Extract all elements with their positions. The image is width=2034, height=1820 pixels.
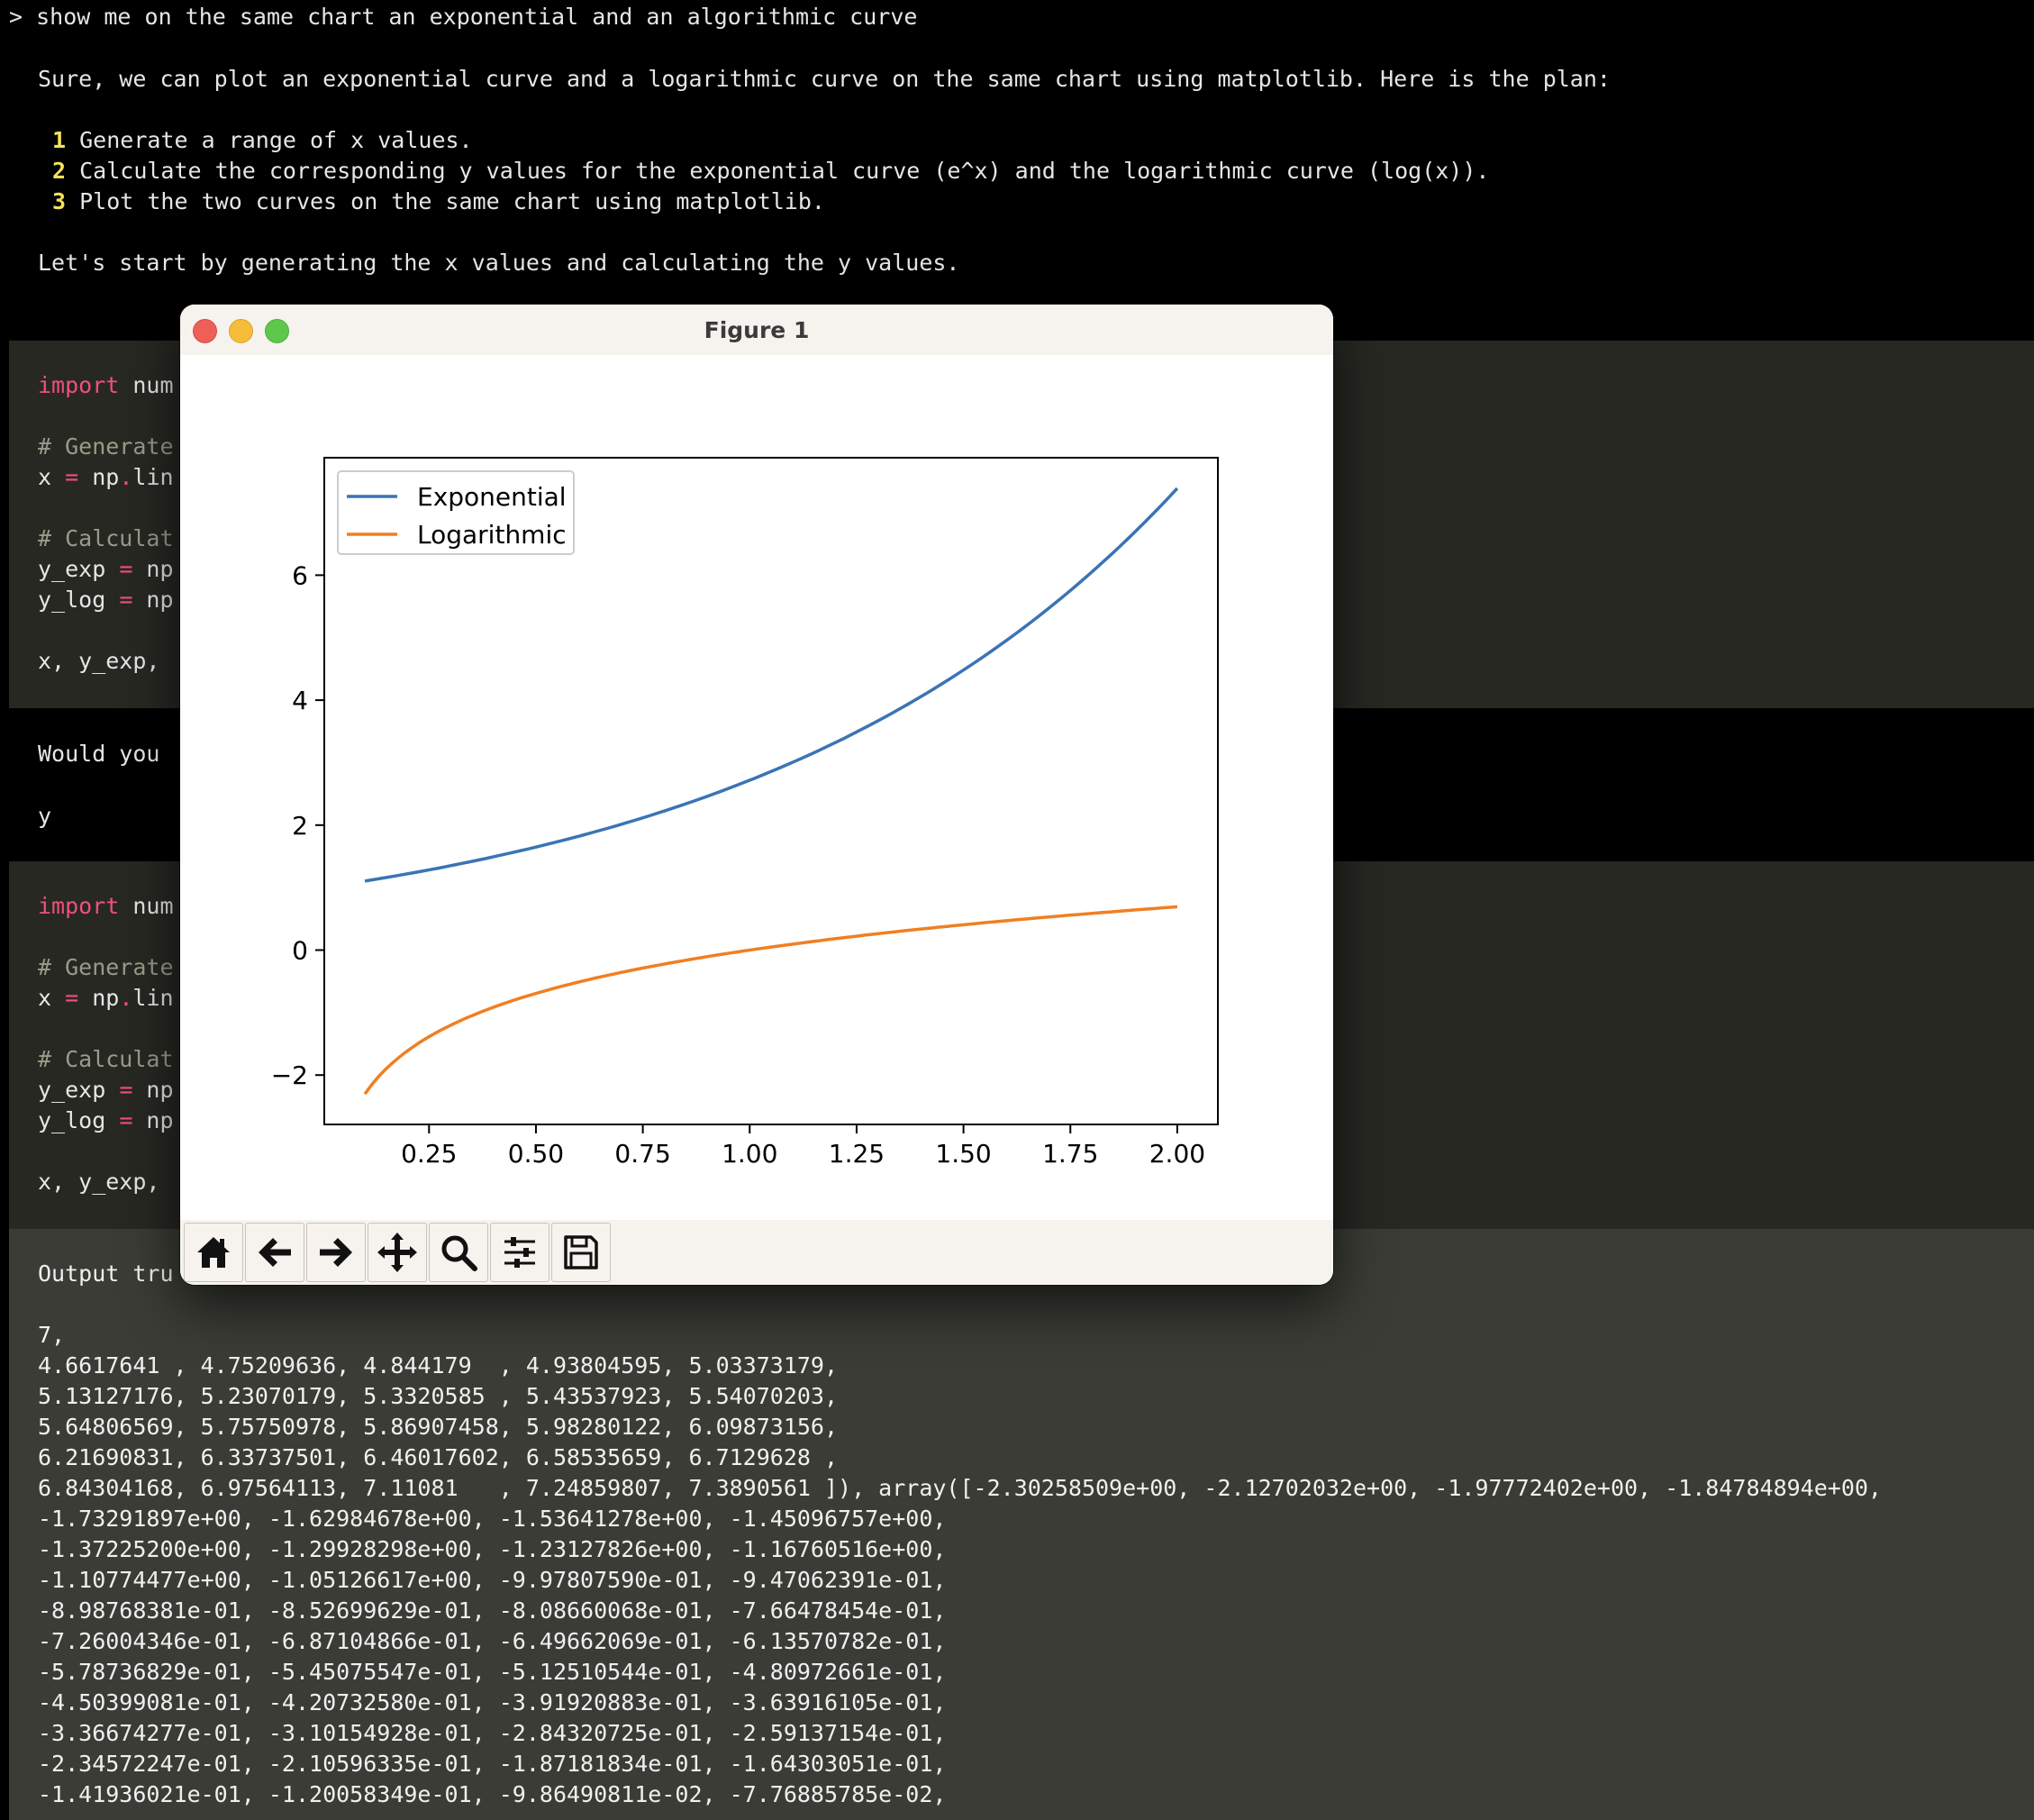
legend-label: Exponential [417,482,567,512]
y-tick-label: 2 [292,811,308,841]
y-tick-label: 0 [292,936,308,966]
code-comment: # Calculat [38,1046,174,1072]
x-tick-label: 1.75 [1042,1139,1098,1169]
legend-label: Logarithmic [417,520,567,550]
output-line: 4.6617641 , 4.75209636, 4.844179 , 4.938… [38,1352,839,1379]
output-header: Output tru [38,1260,174,1287]
user-answer: y [38,803,52,829]
plot-canvas[interactable]: 0.25 0.50 0.75 1.00 1.25 1.50 1.75 2.00 −2 0 2 4 6 … [180,355,1333,1220]
sliders-icon [504,1237,535,1268]
code-line: y_exp = np [38,556,174,582]
assistant-question: Would you [38,741,160,767]
code-line: import num [38,372,174,398]
y-tick-label: 6 [292,560,308,590]
user-prompt: > show me on the same chart an exponenti… [9,4,918,30]
window-titlebar[interactable]: Figure 1 [180,305,1333,356]
x-tick-label: 0.50 [508,1139,564,1169]
save-button[interactable] [551,1223,611,1282]
home-icon [197,1237,230,1268]
output-line: -7.26004346e-01, -6.87104866e-01, -6.496… [38,1628,947,1654]
back-button[interactable] [245,1223,304,1282]
window-title: Figure 1 [704,316,810,343]
y-tick-label: 4 [292,686,308,715]
window-minimize-button[interactable] [229,319,253,343]
assistant-text: Let's start by generating the x values a… [38,250,960,276]
home-button[interactable] [184,1223,243,1282]
code-line: x = np.lin [38,985,174,1011]
code-comment: # Generate [38,433,174,460]
output-line: -1.41936021e-01, -1.20058349e-01, -9.864… [38,1781,947,1807]
output-line: -1.10774477e+00, -1.05126617e+00, -9.978… [38,1567,947,1593]
output-line: -5.78736829e-01, -5.45075547e-01, -5.125… [38,1659,947,1685]
code-line: y_log = np [38,1107,174,1133]
move-icon [377,1233,417,1272]
zoom-button[interactable] [429,1223,488,1282]
x-tick-label: 0.75 [614,1139,670,1169]
output-line: -1.73291897e+00, -1.62984678e+00, -1.536… [38,1506,947,1532]
plan-item: 2 Calculate the corresponding y values f… [52,158,1490,184]
output-line: 7, [38,1322,66,1348]
code-comment: # Generate [38,954,174,980]
figure-window[interactable]: Figure 1 0.25 0.50 0.75 1.00 1.25 1.50 1.75 2.0… [180,305,1333,1285]
x-tick-label: 1.25 [829,1139,885,1169]
output-block: Output tru 7, 4.6617641 , 4.75209636, 4.8… [9,1229,2034,1820]
x-tick-label: 0.25 [401,1139,457,1169]
output-line: 6.21690831, 6.33737501, 6.46017602, 6.58… [38,1444,839,1470]
arrow-right-icon [320,1238,352,1267]
floppy-icon [564,1235,598,1269]
axes-frame [323,457,1219,1125]
figure-toolbar [180,1220,1333,1285]
code-line: x, y_exp, [38,1169,160,1195]
code-comment: # Calculat [38,525,174,551]
arrow-left-icon [259,1238,291,1267]
output-line: -3.36674277e-01, -3.10154928e-01, -2.843… [38,1720,947,1746]
code-line: x = np.lin [38,464,174,490]
assistant-intro: Sure, we can plot an exponential curve a… [38,66,1611,92]
window-maximize-button[interactable] [265,319,289,343]
output-line: 6.84304168, 6.97564113, 7.11081 , 7.2485… [38,1475,1882,1501]
plan-item: 1 Generate a range of x values. [52,127,473,153]
output-line: -2.34572247e-01, -2.10596335e-01, -1.871… [38,1751,947,1777]
x-tick-label: 2.00 [1149,1139,1205,1169]
plan-item: 3 Plot the two curves on the same chart … [52,188,825,214]
series-line-logarithmic [363,905,1178,1096]
forward-button[interactable] [306,1223,366,1282]
output-line: -1.37225200e+00, -1.29928298e+00, -1.231… [38,1536,947,1562]
code-line: x, y_exp, [38,648,160,674]
x-tick-label: 1.00 [722,1139,777,1169]
output-line: -4.50399081e-01, -4.20732580e-01, -3.919… [38,1689,947,1715]
output-line: 5.64806569, 5.75750978, 5.86907458, 5.98… [38,1414,839,1440]
x-tick-label: 1.50 [935,1139,991,1169]
code-line: y_exp = np [38,1077,174,1103]
window-close-button[interactable] [193,319,217,343]
code-line: y_log = np [38,587,174,613]
code-line: import num [38,893,174,919]
magnifier-icon [441,1235,477,1271]
y-tick-label: −2 [271,1060,308,1090]
pan-button[interactable] [368,1223,427,1282]
chart: 0.25 0.50 0.75 1.00 1.25 1.50 1.75 2.00 −20246 … [271,457,1219,1169]
configure-subplots-button[interactable] [490,1223,549,1282]
output-line: 5.13127176, 5.23070179, 5.3320585 , 5.43… [38,1383,839,1409]
output-line: -8.98768381e-01, -8.52699629e-01, -8.086… [38,1597,947,1624]
